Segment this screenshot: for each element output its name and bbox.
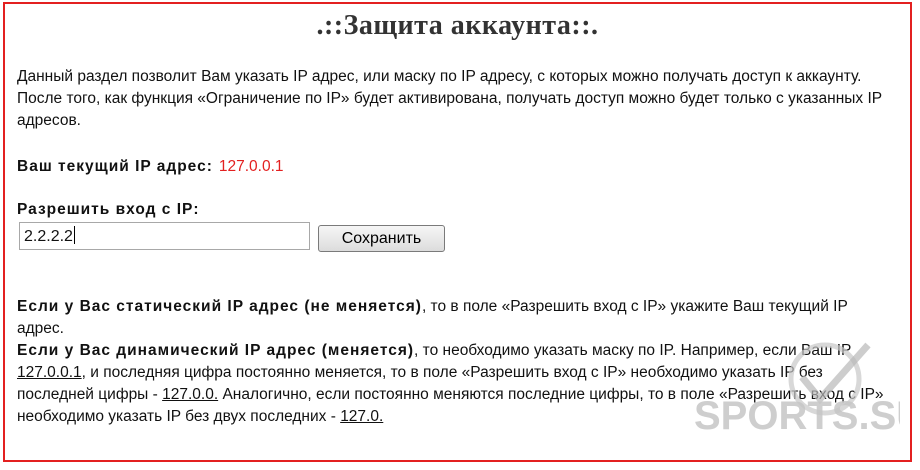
save-button[interactable]: Сохранить <box>318 225 445 252</box>
dynamic-ip-text-1: , то необходимо указать маску по IP. Нап… <box>414 342 852 359</box>
account-protection-panel: .::Защита аккаунта::. Данный раздел позв… <box>3 2 912 462</box>
info-text: Если у Вас статический IP адрес (не меня… <box>17 296 897 428</box>
static-ip-heading: Если у Вас статический IP адрес (не меня… <box>17 298 422 315</box>
current-ip-label: Ваш текущий IP адрес: <box>17 158 213 175</box>
mask-two: 127.0. <box>340 408 384 425</box>
current-ip-row: Ваш текущий IP адрес: 127.0.0.1 <box>17 156 284 178</box>
page-title: .::Защита аккаунта::. <box>316 10 599 41</box>
mask-one: 127.0.0. <box>162 386 219 403</box>
allowed-ip-input[interactable]: 2.2.2.2 <box>19 222 310 250</box>
text-caret <box>73 226 75 244</box>
example-ip: 127.0.0.1 <box>17 364 82 381</box>
intro-text: Данный раздел позволит Вам указать IP ад… <box>17 68 882 129</box>
current-ip-value: 127.0.0.1 <box>218 158 284 175</box>
allow-ip-label: Разрешить вход с IP: <box>17 201 200 218</box>
dynamic-ip-heading: Если у Вас динамический IP адрес (меняет… <box>17 342 415 359</box>
allowed-ip-value: 2.2.2.2 <box>24 228 73 245</box>
